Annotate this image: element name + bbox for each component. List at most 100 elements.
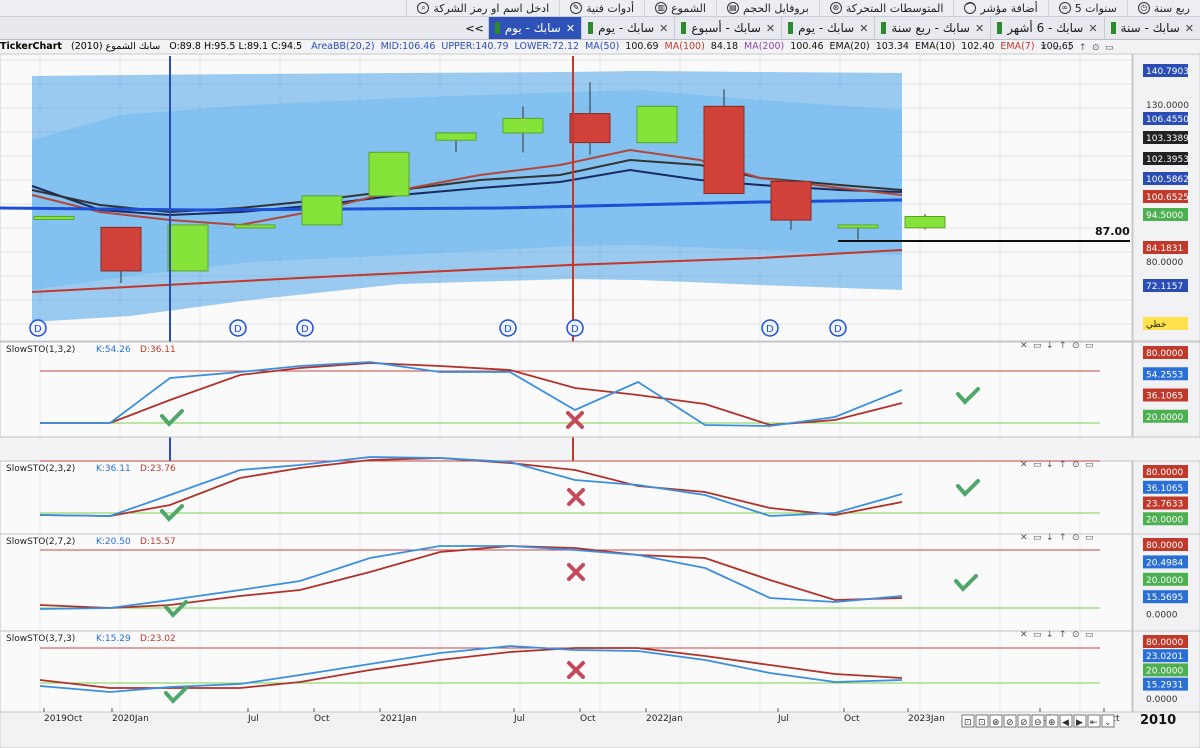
dividend-marker: D xyxy=(499,319,517,337)
candle-body xyxy=(636,105,678,144)
panel-control-icon: ▭ xyxy=(1085,630,1094,640)
price-axis-label: 102.3953 xyxy=(1143,152,1189,165)
nav-button-icon: ▶ xyxy=(1076,718,1083,728)
price-tag-text: 72.1157 xyxy=(1146,282,1183,292)
price-axis-label: 100.5862 xyxy=(1143,172,1189,185)
oscillator-axis-label: 15.5695 xyxy=(1143,590,1188,604)
oscillator-axis-label: 54.2553 xyxy=(1143,367,1188,381)
panel-control-icon: ⊙ xyxy=(1072,341,1080,351)
price-axis-label: 106.4550 xyxy=(1143,112,1189,125)
nav-button-icon: ⊘ xyxy=(1006,718,1014,728)
price-axis-label: 100.6525 xyxy=(1143,190,1189,203)
panel-control-icon: ✕ xyxy=(1020,630,1028,640)
panel-control-icon: ⊙ xyxy=(1072,630,1080,640)
panel-control-icon: ▭ xyxy=(1085,341,1094,351)
time-axis-label: Oct xyxy=(844,714,860,724)
candle-body xyxy=(770,180,812,221)
oscillator-axis-label: 20.0000 xyxy=(1143,663,1188,677)
candle xyxy=(167,224,209,272)
price-tag-text: 84.1831 xyxy=(1146,244,1183,254)
axis-tag-text: 15.2931 xyxy=(1146,681,1183,691)
nav-button-icon: ◀ xyxy=(1062,718,1069,728)
price-tag-text: 94.5000 xyxy=(1146,211,1183,221)
panel-control-icon: ▭ xyxy=(1033,460,1042,470)
candle-body xyxy=(368,151,410,197)
chart-canvas[interactable]: 87.00 D D D D D D D 140.7903 130.0000 106.4550 103.… xyxy=(0,0,1200,748)
axis-tag-text: 20.4984 xyxy=(1146,558,1183,568)
oscillator-axis-label: 80.0000 xyxy=(1143,538,1188,551)
nav-button-icon: ⊡ xyxy=(978,718,986,728)
price-tag-text: 100.5862 xyxy=(1146,175,1189,185)
panel-control-icon: ↓ xyxy=(1046,341,1054,351)
dividend-marker-label: D xyxy=(766,324,774,335)
oscillator-axis-label: 23.0201 xyxy=(1143,649,1188,663)
time-axis-label: 2022Jan xyxy=(646,714,683,724)
panel-control-icon: ↓ xyxy=(1046,533,1054,543)
time-axis-label: Jul xyxy=(513,714,525,724)
oscillator-axis-label: 20.0000 xyxy=(1143,409,1188,423)
dividend-marker-label: D xyxy=(34,324,42,335)
axis-tag-text: 80.0000 xyxy=(1146,541,1183,551)
dividend-marker-label: D xyxy=(571,324,579,335)
price-axis-label: 84.1831 xyxy=(1143,241,1188,254)
nav-button-icon: ⊘ xyxy=(1020,718,1028,728)
oscillator-axis-label: 20.0000 xyxy=(1143,512,1188,526)
dividend-marker: D xyxy=(229,319,247,337)
oscillator-axis-label: 20.0000 xyxy=(1143,572,1188,586)
price-tag-text: 80.0000 xyxy=(1146,258,1183,268)
candle-body xyxy=(234,224,276,229)
panel-control-icon: ↑ xyxy=(1079,43,1087,53)
axis-tag-text: 20.0000 xyxy=(1146,515,1183,525)
oscillator-k-value: K:15.29 xyxy=(96,634,131,644)
oscillator-axis-label: 36.1065 xyxy=(1143,480,1188,494)
bottom-year-label: 2010 xyxy=(1140,713,1176,728)
oscillator-axis-label: 23.7633 xyxy=(1143,496,1188,510)
price-tag-text: خطي xyxy=(1146,320,1166,330)
candle-body xyxy=(33,215,75,220)
panel-control-icon: ▭ xyxy=(1033,630,1042,640)
dividend-marker-label: D xyxy=(834,324,842,335)
price-tag-text: 100.6525 xyxy=(1146,193,1189,203)
oscillator-title: SlowSTO(2,7,2) xyxy=(6,537,75,547)
axis-tag-text: 20.0000 xyxy=(1146,576,1183,586)
panel-control-icon: ↑ xyxy=(1059,533,1067,543)
candle-body xyxy=(167,224,209,272)
candle-body xyxy=(703,105,745,194)
panel-control-icon: ↓ xyxy=(1046,630,1054,640)
axis-tag-text: 54.2553 xyxy=(1146,370,1183,380)
dividend-marker: D xyxy=(296,319,314,337)
oscillator-axis-label: 80.0000 xyxy=(1143,635,1188,648)
panel-control-icon: ✕ xyxy=(1040,43,1048,53)
nav-button-icon: ⊖ xyxy=(1034,718,1042,728)
oscillator-d-value: D:15.57 xyxy=(140,537,176,547)
price-axis-label: 140.7903 xyxy=(1143,64,1189,77)
dividend-marker: D xyxy=(829,319,847,337)
oscillator-k-value: K:36.11 xyxy=(96,464,131,474)
candle xyxy=(368,151,410,197)
panel-control-icon: ▭ xyxy=(1105,43,1114,53)
candle xyxy=(33,215,75,220)
oscillator-d-value: D:23.02 xyxy=(140,634,176,644)
chart-navigation-controls: ⊡ ⊡ ⊗ ⊘ ⊘ ⊖ ⊕ ◀ ▶ ⇤ ⌄ xyxy=(961,714,1115,728)
dividend-marker-label: D xyxy=(301,324,309,335)
panel-control-icon: ↓ xyxy=(1066,43,1074,53)
price-tag-text: 102.3953 xyxy=(1146,155,1189,165)
oscillator-axis-label: 80.0000 xyxy=(1143,465,1188,478)
candle xyxy=(234,224,276,229)
panel-control-icon: ▭ xyxy=(1033,533,1042,543)
dividend-marker: D xyxy=(566,319,584,337)
candle xyxy=(904,214,946,230)
price-axis-label: 80.0000 xyxy=(1146,258,1183,268)
axis-tag-text: 0.0000 xyxy=(1146,695,1178,705)
panel-control-icon: ▭ xyxy=(1053,43,1062,53)
axis-tag-text: 0.0000 xyxy=(1146,611,1178,621)
price-axis-label: خطي xyxy=(1143,317,1188,330)
price-axis-label: 130.0000 xyxy=(1146,101,1189,111)
nav-button-icon: ⌄ xyxy=(1104,718,1112,728)
axis-tag-text: 80.0000 xyxy=(1146,468,1183,478)
oscillator-title: SlowSTO(3,7,3) xyxy=(6,634,75,644)
panel-control-icon: ↑ xyxy=(1059,341,1067,351)
time-axis-label: Oct xyxy=(314,714,330,724)
panel-control-icon: ↑ xyxy=(1059,460,1067,470)
nav-button-icon: ⊡ xyxy=(964,718,972,728)
